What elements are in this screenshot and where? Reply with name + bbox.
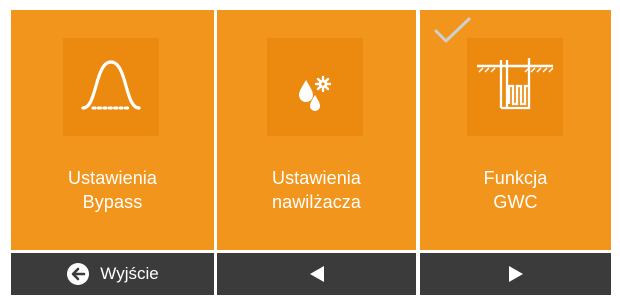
checkmark-icon <box>434 17 471 43</box>
previous-button[interactable] <box>217 253 416 295</box>
tile-humidifier-settings[interactable]: Ustawienia nawilżacza <box>217 10 416 250</box>
tile-bypass-line1: Ustawienia <box>67 168 158 188</box>
next-button[interactable] <box>420 253 611 295</box>
tile-humidifier-label: Ustawienia nawilżacza <box>217 166 416 214</box>
tile-bypass-settings[interactable]: Ustawienia Bypass <box>11 10 214 250</box>
humidifier-drops-icon <box>299 75 332 111</box>
bypass-icon-box <box>63 38 159 136</box>
tile-gwc-line2: GWC <box>493 192 538 212</box>
gwc-icon-box <box>467 38 563 136</box>
exit-label: Wyjście <box>100 264 159 283</box>
triangle-left-icon <box>309 266 324 282</box>
tile-humidifier-line1: Ustawienia <box>271 168 362 188</box>
tile-humidifier-line2: nawilżacza <box>271 192 362 212</box>
tile-gwc-line1: Funkcja <box>483 168 548 188</box>
tile-gwc-label: Funkcja GWC <box>420 166 611 214</box>
bypass-curve-icon <box>81 60 141 110</box>
tile-bypass-label: Ustawienia Bypass <box>11 166 214 214</box>
gwc-exchanger-icon <box>477 58 554 110</box>
humidifier-icon-box <box>267 38 363 136</box>
tile-gwc-function[interactable]: Funkcja GWC <box>420 10 611 250</box>
tile-bypass-line2: Bypass <box>82 192 143 212</box>
exit-button[interactable]: Wyjście <box>11 253 214 295</box>
exit-arrow-icon <box>67 263 90 285</box>
triangle-right-icon <box>508 266 523 282</box>
